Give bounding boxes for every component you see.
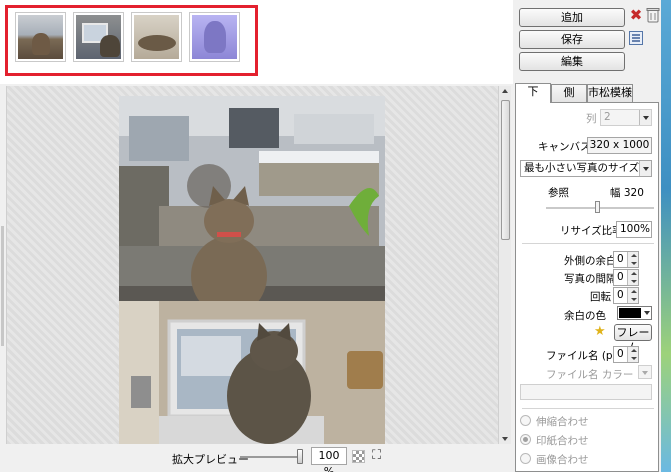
photo-spacing-label: 写真の間隔 xyxy=(564,273,617,285)
zoom-value-field[interactable]: 100 % xyxy=(311,447,347,472)
chevron-down-icon xyxy=(639,110,651,125)
outer-margin-input[interactable]: 0 xyxy=(613,251,639,268)
chevron-down-icon xyxy=(639,161,651,176)
filename-size-value: 0 xyxy=(617,348,624,360)
color-swatch xyxy=(619,308,641,318)
preview-vertical-scrollbar[interactable] xyxy=(498,86,511,444)
left-splitter[interactable] xyxy=(0,86,7,444)
photo-spacing-value: 0 xyxy=(617,271,624,283)
size-mode-select[interactable]: 最も小さい写真のサイズ xyxy=(520,160,652,177)
columns-select: 2 xyxy=(600,109,652,126)
filename-size-input[interactable]: 0 xyxy=(613,346,639,363)
divider xyxy=(522,243,654,244)
spinner-icon[interactable] xyxy=(627,347,638,362)
fit-option-radio[interactable] xyxy=(520,453,531,464)
resize-ratio-input[interactable]: 100% xyxy=(616,221,652,238)
tab-side[interactable]: 側 xyxy=(551,84,587,102)
thumbnail-strip xyxy=(0,0,513,84)
margin-color-label: 余白の色 xyxy=(564,310,606,322)
tab-content: 列 2 キャンバス 320 x 1000 最も小さい写真のサイズ 参照 幅 32… xyxy=(515,102,659,472)
spinner-icon[interactable] xyxy=(627,288,638,303)
star-icon[interactable]: ★ xyxy=(594,325,606,339)
filename-label: ファイル名 (px) xyxy=(546,350,623,362)
save-button[interactable]: 保存 xyxy=(519,30,625,49)
settings-panel: 下 側 市松模様 列 2 キャンバス 320 x 1000 最も小さい写真のサイ… xyxy=(513,83,661,472)
columns-label: 列 xyxy=(586,113,597,125)
thumbnail-item[interactable] xyxy=(15,12,66,62)
chevron-down-icon xyxy=(642,371,648,375)
add-button[interactable]: 追加 xyxy=(519,8,625,27)
fit-option-radio[interactable] xyxy=(520,415,531,426)
filename-text-input xyxy=(520,384,652,400)
spinner-icon[interactable] xyxy=(627,270,638,285)
fit-option-label: 印紙合わせ xyxy=(536,435,589,447)
rotation-input[interactable]: 0 xyxy=(613,287,639,304)
trash-icon[interactable] xyxy=(646,7,662,23)
checkerboard-icon[interactable] xyxy=(352,450,365,463)
chevron-down-icon xyxy=(644,311,650,315)
reference-value: 幅 320 xyxy=(610,187,644,199)
tab-bottom[interactable]: 下 xyxy=(515,83,551,103)
margin-color-picker[interactable] xyxy=(617,306,652,320)
thumbnail-item[interactable] xyxy=(189,12,240,62)
fit-option-radio[interactable] xyxy=(520,434,531,445)
tab-checkerboard[interactable]: 市松模様 xyxy=(587,84,633,102)
zoom-slider-handle[interactable] xyxy=(297,449,303,464)
list-icon[interactable] xyxy=(629,31,645,47)
fit-option-label: 伸縮合わせ xyxy=(536,416,589,428)
zoom-label: 拡大プレビュー xyxy=(172,453,249,466)
divider xyxy=(522,408,654,409)
filename-color-picker xyxy=(638,365,652,379)
delete-icon[interactable]: ✖ xyxy=(628,7,644,23)
rotation-value: 0 xyxy=(617,289,624,301)
fit-option-label: 画像合わせ xyxy=(536,454,589,466)
canvas-label: キャンバス xyxy=(538,141,591,153)
photo-spacing-input[interactable]: 0 xyxy=(613,269,639,286)
columns-value: 2 xyxy=(604,111,611,123)
canvas-size-value: 320 x 1000 xyxy=(587,137,652,154)
spinner-icon[interactable] xyxy=(627,252,638,267)
reference-label: 参照 xyxy=(548,187,569,199)
outer-margin-value: 0 xyxy=(617,253,624,265)
zoom-slider-track[interactable] xyxy=(240,456,300,458)
resize-ratio-label: リサイズ比率 xyxy=(560,225,623,237)
app-window: 追加 ✖ 保存 編集 拡大プレビュー 100 % ⛶ 下 側 市松模様 列 2 … xyxy=(0,0,671,472)
thumbnail-item[interactable] xyxy=(73,12,124,62)
frame-button[interactable]: フレーム xyxy=(614,324,652,354)
size-mode-value: 最も小さい写真のサイズ xyxy=(524,162,640,174)
scrollbar-thumb[interactable] xyxy=(501,100,510,240)
rotation-label: 回転 xyxy=(590,291,611,303)
preview-toolbar: 拡大プレビュー 100 % ⛶ xyxy=(0,444,513,472)
preview-area xyxy=(7,86,498,444)
reference-slider-track[interactable] xyxy=(546,207,654,209)
collage-preview-image xyxy=(119,96,385,444)
desktop-background-edge xyxy=(661,0,671,472)
reference-slider-handle[interactable] xyxy=(595,201,600,213)
outer-margin-label: 外側の余白 xyxy=(564,255,617,267)
edit-button[interactable]: 編集 xyxy=(519,52,625,71)
fit-to-window-icon[interactable]: ⛶ xyxy=(369,448,384,463)
thumbnail-item[interactable] xyxy=(131,12,182,62)
filename-color-label: ファイル名 カラー xyxy=(546,369,634,381)
